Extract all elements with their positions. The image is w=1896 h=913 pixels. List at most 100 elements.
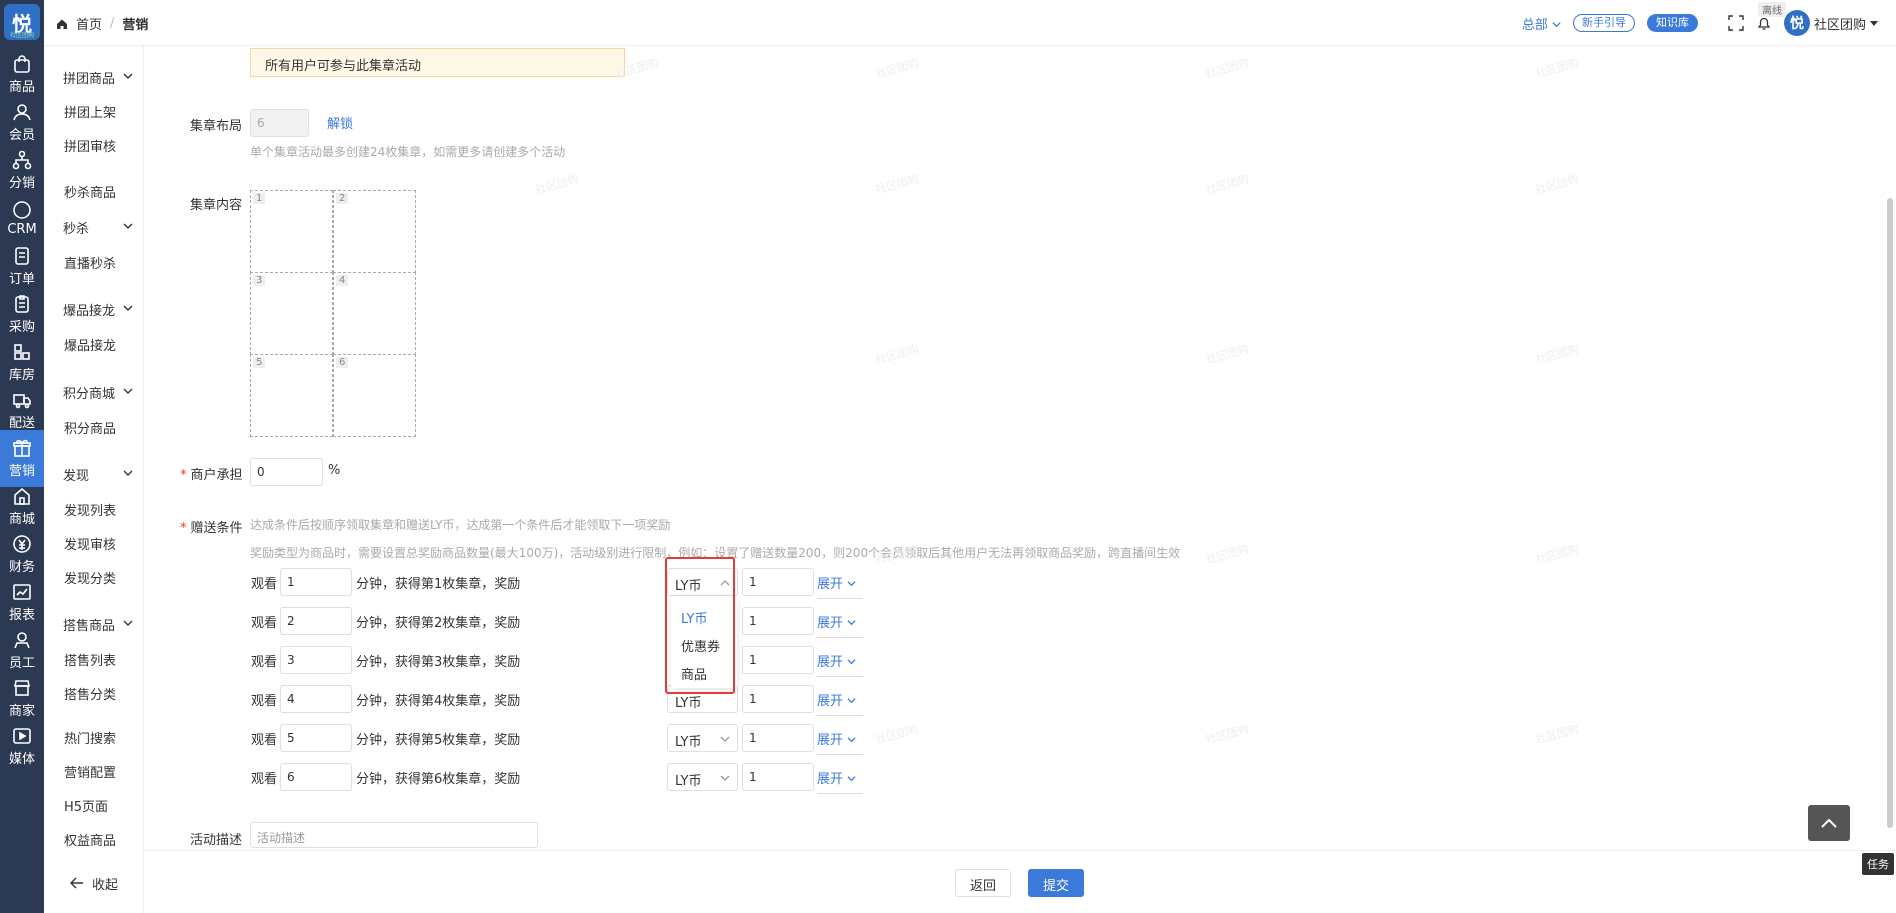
watermark: 社区团购 [1204, 56, 1251, 81]
yen-icon [12, 534, 32, 554]
watermark: 社区团购 [1204, 342, 1251, 367]
icon-rail: 悦社区团购 商品 会员 分销 CRM 订单 采购 库房 配送 营销 商城 财务 … [0, 0, 44, 913]
chevron-down-icon [123, 470, 133, 476]
percent-unit: % [328, 463, 341, 478]
expand-link[interactable]: 展开 [817, 729, 863, 755]
layout-input[interactable]: 6 [250, 109, 309, 137]
reward-type-select[interactable]: LY币 [667, 724, 738, 752]
chevron-down-icon [123, 305, 133, 311]
watermark: 社区团购 [1204, 542, 1251, 567]
reward-qty-input[interactable]: 1 [742, 724, 814, 752]
gift-hint-1: 达成条件后按顺序领取集章和赠送LY币，达成第一个条件后才能领取下一项奖励 [250, 518, 671, 532]
watermark: 社区团购 [534, 172, 581, 197]
home-icon [12, 486, 32, 506]
minutes-input[interactable]: 5 [280, 724, 352, 752]
submenu-item-bundle-category[interactable]: 搭售分类 [44, 676, 144, 710]
reward-qty-input[interactable]: 1 [742, 607, 814, 635]
minutes-input[interactable]: 1 [280, 568, 352, 596]
minutes-input[interactable]: 4 [280, 685, 352, 713]
minutes-input[interactable]: 6 [280, 763, 352, 791]
org-selector[interactable]: 总部 [1522, 14, 1561, 33]
submenu-item-h5-page[interactable]: H5页面 [44, 788, 144, 822]
reward-qty-input[interactable]: 1 [742, 568, 814, 596]
submit-button[interactable]: 提交 [1028, 869, 1085, 897]
reward-qty-input[interactable]: 1 [742, 646, 814, 674]
expand-link[interactable]: 展开 [817, 690, 863, 716]
order-icon [12, 246, 32, 266]
grid-icon [12, 342, 32, 362]
stamp-cell[interactable]: 2 [333, 190, 416, 273]
knowledge-base-button[interactable]: 知识库 [1646, 14, 1698, 32]
expand-link[interactable]: 展开 [817, 573, 863, 599]
content-label: 集章内容 [190, 198, 243, 213]
task-button[interactable]: 任务 [1862, 853, 1894, 875]
user-menu[interactable]: 悦 社区团购 [1783, 10, 1878, 36]
submenu-item-discover-audit[interactable]: 发现审核 [44, 526, 144, 560]
reward-qty-input[interactable]: 1 [742, 763, 814, 791]
reward-type-select[interactable]: LY币 [667, 763, 738, 791]
chevron-down-icon [123, 73, 133, 79]
watermark: 社区团购 [1534, 542, 1581, 567]
expand-link[interactable]: 展开 [817, 651, 863, 677]
description-label: 活动描述 [190, 833, 243, 848]
submenu-group-bundle[interactable]: 搭售商品 [44, 607, 144, 641]
reward-qty-input[interactable]: 1 [742, 685, 814, 713]
watermark: 社区团购 [1534, 172, 1581, 197]
collapse-menu-button[interactable]: 收起 [44, 868, 144, 898]
guide-button[interactable]: 新手引导 [1572, 14, 1635, 32]
description-input[interactable]: 活动描述 [250, 822, 538, 848]
chevron-down-icon [720, 736, 730, 742]
breadcrumb-home[interactable]: 首页 [76, 14, 102, 33]
expand-link[interactable]: 展开 [817, 768, 863, 794]
clipboard-icon [12, 294, 32, 314]
watermark: 社区团购 [1204, 172, 1251, 197]
submenu-group-groupbuy[interactable]: 拼团商品 [44, 60, 144, 94]
stamp-cell[interactable]: 1 [250, 190, 333, 273]
submenu-item-points-goods[interactable]: 积分商品 [44, 410, 144, 444]
submenu-item-rights-goods[interactable]: 权益商品 [44, 822, 144, 856]
stamp-cell[interactable]: 6 [333, 354, 416, 437]
submenu-item-bundle-list[interactable]: 搭售列表 [44, 642, 144, 676]
chevron-down-icon [123, 620, 133, 626]
fullscreen-icon[interactable] [1728, 15, 1744, 31]
expand-link[interactable]: 展开 [817, 612, 863, 638]
bell-icon[interactable] [1756, 15, 1772, 31]
submenu-item-discover-list[interactable]: 发现列表 [44, 492, 144, 526]
submenu-group-discover[interactable]: 发现 [44, 457, 144, 491]
gift-icon [12, 438, 32, 458]
minutes-input[interactable]: 2 [280, 607, 352, 635]
unlock-link[interactable]: 解锁 [327, 113, 353, 132]
back-to-top-button[interactable] [1808, 805, 1850, 841]
minutes-input[interactable]: 3 [280, 646, 352, 674]
submenu-item-live-seckill[interactable]: 直播秒杀 [44, 245, 144, 279]
vertical-scrollbar[interactable] [1887, 198, 1893, 828]
caret-down-icon [1870, 21, 1878, 26]
breadcrumb: 首页 / 营销 [56, 14, 148, 33]
stamp-cell[interactable]: 4 [333, 272, 416, 355]
user-icon [12, 102, 32, 122]
chevron-down-icon [123, 223, 133, 229]
submenu-item-groupbuy-audit[interactable]: 拼团审核 [44, 128, 144, 162]
crm-icon [12, 200, 32, 220]
submenu-group-seckill[interactable]: 秒杀 [44, 210, 144, 244]
submenu-item-hot-chain[interactable]: 爆品接龙 [44, 327, 144, 361]
stamp-cell[interactable]: 5 [250, 354, 333, 437]
back-button[interactable]: 返回 [955, 869, 1012, 897]
submenu-item-groupbuy-list[interactable]: 拼团上架 [44, 94, 144, 128]
rail-item-media[interactable]: 媒体 [0, 718, 44, 775]
submenu-item-hot-search[interactable]: 热门搜索 [44, 720, 144, 754]
notice-box: 所有用户可参与此集章活动 [250, 48, 625, 77]
chevron-down-icon [720, 775, 730, 781]
arrow-left-icon [70, 877, 83, 889]
watermark: 社区团购 [874, 172, 921, 197]
submenu-item-discover-category[interactable]: 发现分类 [44, 560, 144, 594]
submenu-group-points-mall[interactable]: 积分商城 [44, 375, 144, 409]
watermark: 社区团购 [1534, 56, 1581, 81]
merchant-share-input[interactable]: 0 [250, 458, 323, 486]
submenu-group-hot-chain[interactable]: 爆品接龙 [44, 292, 144, 326]
submenu-item-marketing-config[interactable]: 营销配置 [44, 754, 144, 788]
bottom-action-bar: 返回 提交 [145, 850, 1896, 913]
submenu-item-seckill-goods[interactable]: 秒杀商品 [44, 174, 144, 208]
stamp-cell[interactable]: 3 [250, 272, 333, 355]
top-bar: 首页 / 营销 离线 总部 新手引导 知识库 悦 社区团购 [44, 0, 1896, 46]
